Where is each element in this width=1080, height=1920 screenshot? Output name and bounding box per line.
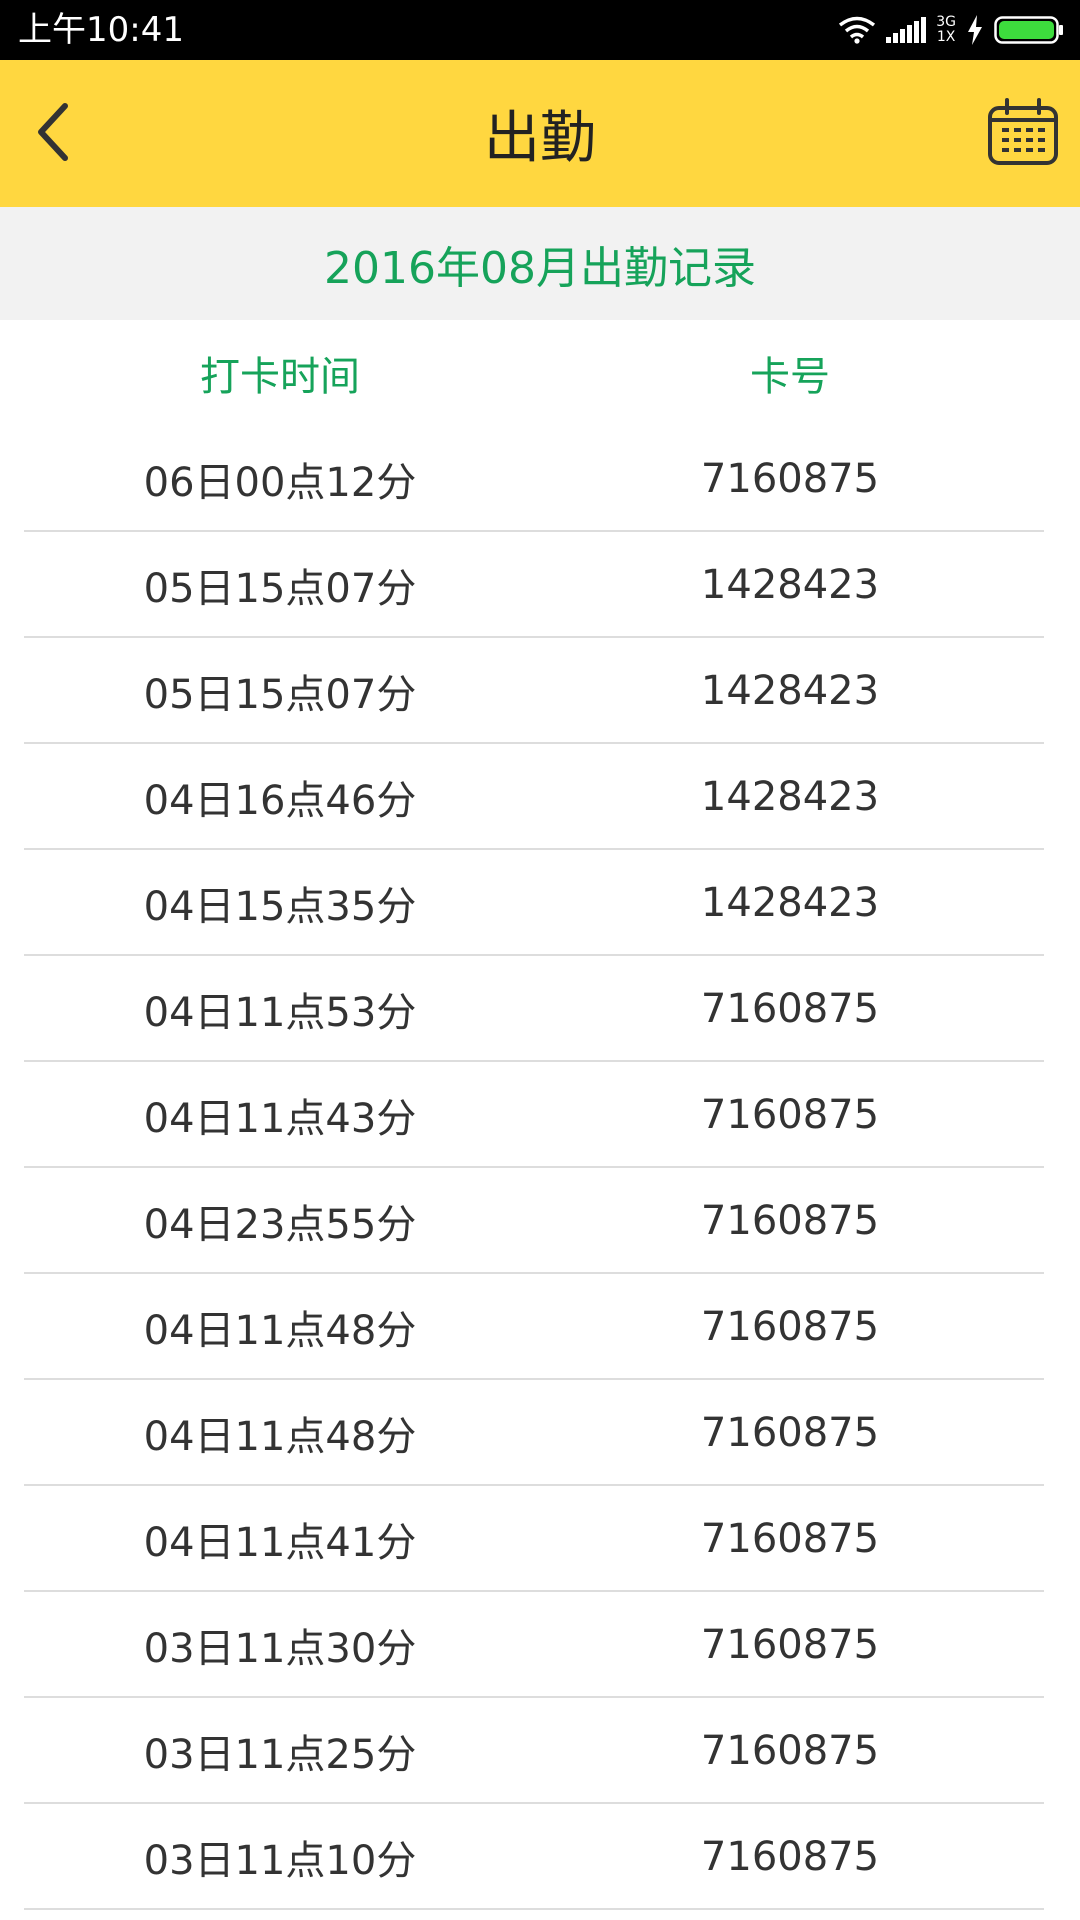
list-item[interactable]: 03日11点25分 7160875 xyxy=(0,1698,1080,1804)
list-item[interactable]: 04日11点48分 7160875 xyxy=(0,1274,1080,1380)
card-number: 7160875 xyxy=(700,456,880,502)
card-number: 7160875 xyxy=(700,1622,880,1668)
signal-icon xyxy=(886,17,927,43)
month-title: 2016年08月出勤记录 xyxy=(0,207,1080,320)
list-item[interactable]: 04日11点43分 7160875 xyxy=(0,1062,1080,1168)
punch-time: 05日15点07分 xyxy=(143,566,417,612)
card-number: 7160875 xyxy=(700,1092,880,1138)
row-divider xyxy=(24,1908,1044,1910)
status-time: 上午10:41 xyxy=(18,10,184,50)
page-title: 出勤 xyxy=(484,106,596,171)
punch-time: 06日00点12分 xyxy=(143,460,417,506)
card-number: 1428423 xyxy=(700,668,880,714)
status-icons: 3G 1X xyxy=(838,12,1064,48)
list-item[interactable]: 04日11点48分 7160875 xyxy=(0,1380,1080,1486)
list-item[interactable]: 04日11点53分 7160875 xyxy=(0,956,1080,1062)
list-item[interactable]: 04日11点41分 7160875 xyxy=(0,1486,1080,1592)
list-rows: 06日00点12分 7160875 05日15点07分 1428423 05日15点07… xyxy=(0,426,1080,1910)
list-item[interactable]: 03日11点10分 7160875 xyxy=(0,1804,1080,1910)
charging-icon xyxy=(966,15,984,45)
punch-time: 04日11点43分 xyxy=(143,1096,417,1142)
list-header: 打卡时间 卡号 xyxy=(0,320,1080,426)
column-header-card: 卡号 xyxy=(750,354,830,400)
list-item[interactable]: 05日15点07分 1428423 xyxy=(0,532,1080,638)
status-bar: 上午10:41 3G 1X xyxy=(0,0,1080,60)
card-number: 7160875 xyxy=(700,986,880,1032)
punch-time: 04日23点55分 xyxy=(143,1202,417,1248)
card-number: 1428423 xyxy=(700,880,880,926)
wifi-icon xyxy=(838,16,876,44)
card-number: 7160875 xyxy=(700,1410,880,1456)
punch-time: 05日15点07分 xyxy=(143,672,417,718)
card-number: 7160875 xyxy=(700,1834,880,1880)
punch-time: 03日11点10分 xyxy=(143,1838,417,1884)
card-number: 7160875 xyxy=(700,1304,880,1350)
card-number: 1428423 xyxy=(700,774,880,820)
card-number: 7160875 xyxy=(700,1516,880,1562)
punch-time: 04日16点46分 xyxy=(143,778,417,824)
punch-time: 03日11点30分 xyxy=(143,1626,417,1672)
calendar-icon xyxy=(987,97,1059,170)
punch-time: 04日11点48分 xyxy=(143,1414,417,1460)
list-item[interactable]: 06日00点12分 7160875 xyxy=(0,426,1080,532)
network-type-bottom: 1X xyxy=(936,29,956,45)
punch-time: 04日11点48分 xyxy=(143,1308,417,1354)
network-type-top: 3G xyxy=(936,14,956,30)
list-item[interactable]: 04日15点35分 1428423 xyxy=(0,850,1080,956)
back-button[interactable] xyxy=(18,96,88,171)
calendar-button[interactable] xyxy=(984,96,1062,171)
list-item[interactable]: 03日11点30分 7160875 xyxy=(0,1592,1080,1698)
card-number: 7160875 xyxy=(700,1198,880,1244)
list-item[interactable]: 04日23点55分 7160875 xyxy=(0,1168,1080,1274)
network-type: 3G 1X xyxy=(936,15,956,45)
chevron-left-icon xyxy=(31,100,75,168)
battery-icon xyxy=(994,15,1064,45)
app-bar: 出勤 xyxy=(0,60,1080,207)
card-number: 1428423 xyxy=(700,562,880,608)
punch-time: 04日11点41分 xyxy=(143,1520,417,1566)
list-item[interactable]: 04日16点46分 1428423 xyxy=(0,744,1080,850)
list-item[interactable]: 05日15点07分 1428423 xyxy=(0,638,1080,744)
punch-time: 04日11点53分 xyxy=(143,990,417,1036)
punch-time: 03日11点25分 xyxy=(143,1732,417,1778)
punch-time: 04日15点35分 xyxy=(143,884,417,930)
attendance-list[interactable]: 打卡时间 卡号 06日00点12分 7160875 05日15点07分 1428423… xyxy=(0,320,1080,1920)
card-number: 7160875 xyxy=(700,1728,880,1774)
column-header-time: 打卡时间 xyxy=(200,354,360,400)
